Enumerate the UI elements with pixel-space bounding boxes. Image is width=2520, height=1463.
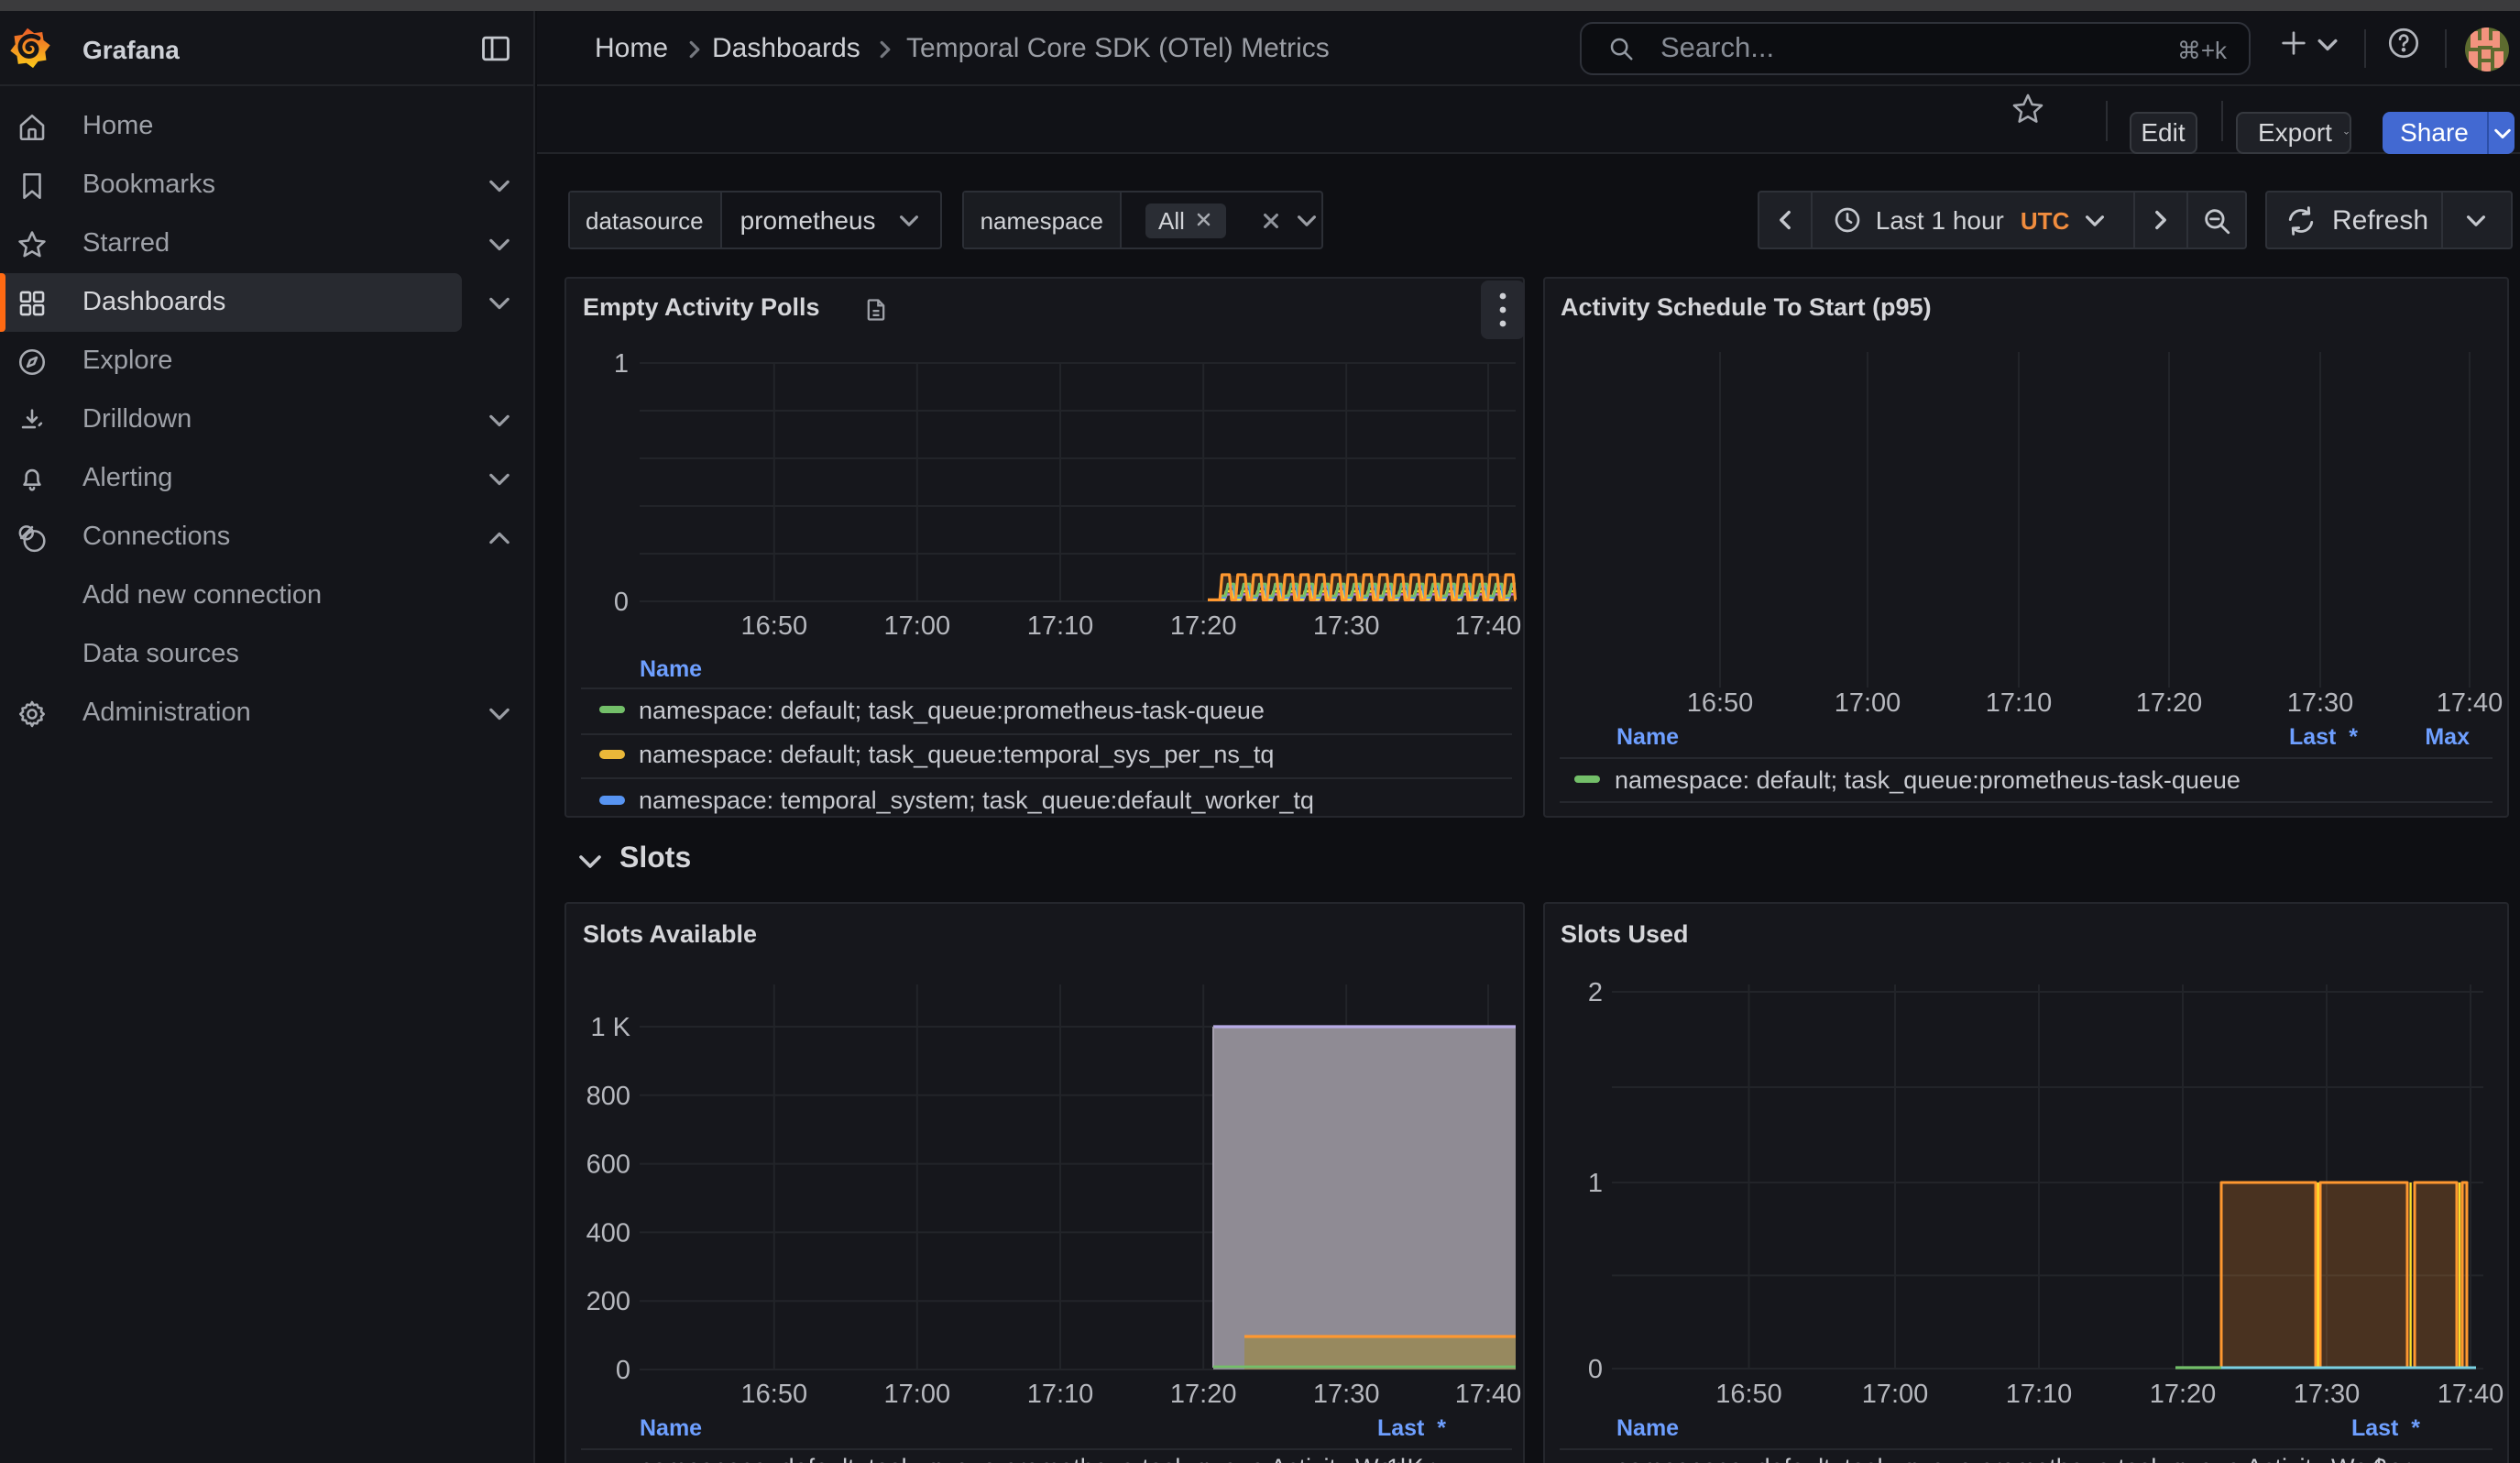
svg-text:1: 1 [1587,1169,1602,1198]
svg-text:17:10: 17:10 [1027,610,1094,640]
svg-text:17:30: 17:30 [1313,1380,1380,1409]
svg-text:200: 200 [586,1287,630,1316]
svg-text:17:40: 17:40 [2436,688,2503,717]
svg-text:17:20: 17:20 [1170,1380,1237,1409]
svg-text:17:40: 17:40 [1455,610,1522,640]
svg-text:17:30: 17:30 [2286,688,2353,717]
svg-text:17:20: 17:20 [2135,688,2202,717]
svg-text:1: 1 [614,348,629,378]
svg-text:16:50: 16:50 [1715,1380,1781,1409]
svg-text:16:50: 16:50 [1686,688,1753,717]
svg-text:17:10: 17:10 [2005,1380,2072,1409]
svg-text:0: 0 [616,1356,630,1385]
svg-text:2: 2 [1587,978,1602,1007]
svg-text:17:30: 17:30 [1313,610,1380,640]
svg-text:17:40: 17:40 [2437,1380,2504,1409]
svg-text:17:30: 17:30 [2293,1380,2360,1409]
svg-text:17:10: 17:10 [1027,1380,1094,1409]
svg-text:17:40: 17:40 [1455,1380,1522,1409]
svg-text:17:20: 17:20 [2149,1380,2216,1409]
svg-text:0: 0 [1587,1355,1602,1384]
svg-text:17:00: 17:00 [1834,688,1901,717]
svg-text:400: 400 [586,1218,630,1248]
svg-text:17:20: 17:20 [1170,610,1237,640]
svg-text:800: 800 [586,1082,630,1111]
svg-text:16:50: 16:50 [741,610,808,640]
svg-text:600: 600 [586,1150,630,1180]
svg-text:16:50: 16:50 [741,1380,808,1409]
svg-text:17:00: 17:00 [884,610,951,640]
svg-text:0: 0 [614,587,629,616]
svg-text:17:00: 17:00 [884,1380,951,1409]
svg-text:17:10: 17:10 [1985,688,2052,717]
svg-text:17:00: 17:00 [1861,1380,1928,1409]
svg-text:1 K: 1 K [590,1013,630,1042]
